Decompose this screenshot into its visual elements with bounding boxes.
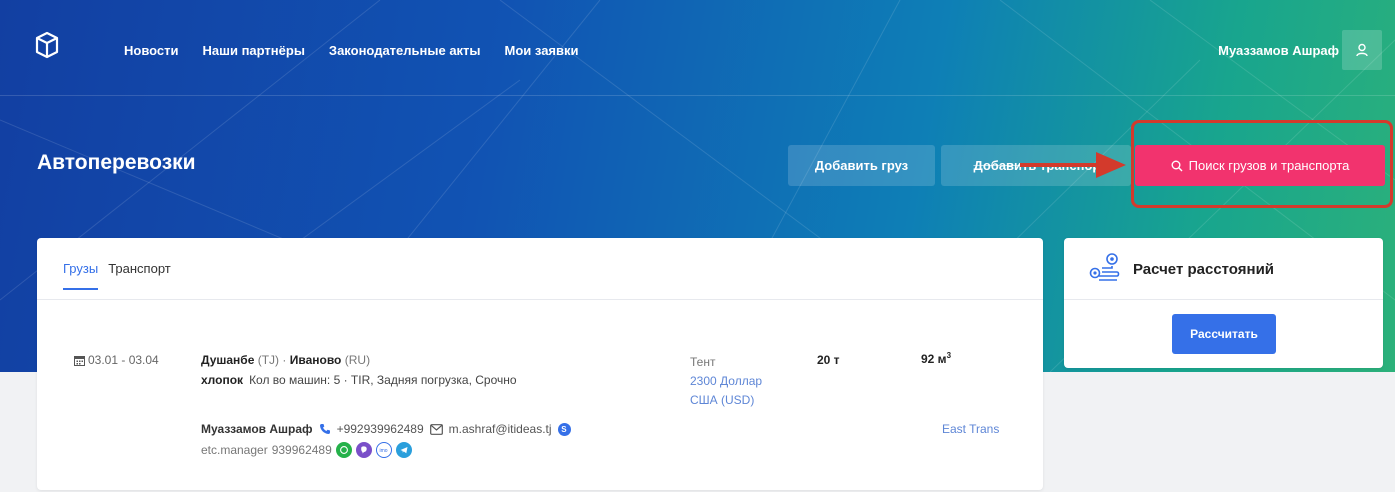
listing-contact-secondary: etc.manager 939962489 imo (201, 442, 412, 458)
contact-email[interactable]: m.ashraf@itideas.tj (449, 422, 552, 436)
listing-contact: Муаззамов Ашраф +992939962489 m.ashraf@i… (201, 422, 571, 436)
price-line1: 2300 Доллар (690, 374, 763, 388)
nav-link-my-requests[interactable]: Мои заявки (505, 43, 579, 58)
distance-calculator-card: Расчет расстояний Рассчитать (1064, 238, 1383, 368)
tab-cargo[interactable]: Грузы (63, 261, 99, 290)
listing-route: Душанбе (TJ) · Иваново (RU) (201, 353, 370, 367)
calendar-icon (74, 355, 85, 366)
date-range: 03.01 - 03.04 (88, 353, 159, 367)
top-navbar: Новости Наши партнёры Законодательные ак… (0, 0, 1395, 96)
route-map-icon (1089, 253, 1120, 281)
listing-body-type: Тент 2300 Доллар США (USD) (690, 353, 762, 410)
listings-card: Грузы Транспорт 03.01 - 03.04 Душанбе (T… (37, 238, 1043, 490)
highlight-annotation-box (1131, 120, 1393, 208)
contact-messenger-number[interactable]: 939962489 (272, 443, 332, 457)
box-logo-icon[interactable] (34, 31, 60, 59)
from-city: Душанбе (201, 353, 255, 367)
phone-icon (319, 424, 330, 434)
nav-links: Новости Наши партнёры Законодательные ак… (124, 43, 603, 58)
email-icon (429, 423, 443, 435)
contact-phone[interactable]: +992939962489 (337, 422, 424, 436)
page-title: Автоперевозки (37, 151, 196, 174)
listing-volume: 92 м3 (921, 351, 951, 366)
contact-name[interactable]: Муаззамов Ашраф (201, 422, 313, 436)
cargo-name: хлопок (201, 373, 244, 387)
distance-calculator-title: Расчет расстояний (1133, 261, 1275, 278)
volume-value: 92 м (921, 352, 947, 366)
route-separator: · (279, 353, 290, 367)
cargo-details: Кол во машин: 5 · TIR, Задняя погрузка, … (249, 373, 517, 387)
viber-icon[interactable] (355, 442, 372, 458)
nav-link-legislation[interactable]: Законодательные акты (329, 43, 481, 58)
svg-text:imo: imo (379, 448, 387, 454)
body-type-value: Тент (690, 355, 716, 369)
telegram-icon[interactable] (395, 442, 412, 458)
svg-text:S: S (561, 425, 567, 433)
nav-link-news[interactable]: Новости (124, 43, 179, 58)
imo-icon[interactable]: imo (375, 442, 392, 458)
calculate-button[interactable]: Рассчитать (1172, 314, 1276, 354)
volume-unit-sup: 3 (946, 351, 952, 360)
to-country: (RU) (344, 353, 371, 367)
user-profile-button[interactable] (1342, 30, 1382, 70)
price-line2: США (USD) (690, 393, 755, 407)
listing-weight: 20 т (817, 353, 840, 367)
skype-icon[interactable]: S (557, 422, 571, 436)
nav-link-partners[interactable]: Наши партнёры (203, 43, 305, 58)
to-city: Иваново (289, 353, 342, 367)
from-country: (TJ) (257, 353, 280, 367)
add-cargo-button[interactable]: Добавить груз (788, 145, 935, 186)
user-name[interactable]: Муаззамов Ашраф (1218, 43, 1339, 58)
listing-tabs: Грузы Транспорт (63, 261, 171, 290)
card-divider (37, 299, 1043, 300)
side-divider (1064, 299, 1383, 300)
contact-skype-login[interactable]: etc.manager (201, 443, 268, 457)
user-icon (1356, 43, 1368, 57)
listing-details: хлопок Кол во машин: 5 · TIR, Задняя погр… (201, 373, 517, 387)
whatsapp-icon[interactable] (335, 442, 352, 458)
tab-transport[interactable]: Транспорт (108, 261, 171, 290)
listing-date: 03.01 - 03.04 (74, 353, 159, 367)
listing-company[interactable]: East Trans (942, 422, 999, 436)
annotation-arrow-icon (1020, 152, 1126, 178)
